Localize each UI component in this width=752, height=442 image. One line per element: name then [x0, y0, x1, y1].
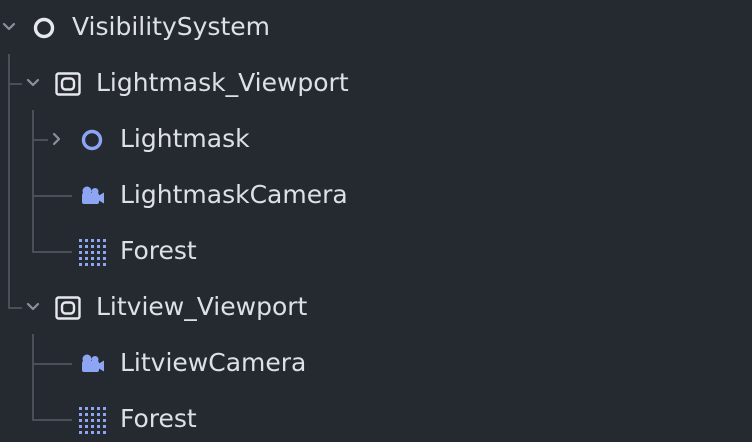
tree-item-lightmask[interactable]: Lightmask — [0, 112, 752, 168]
tree-item-label: Forest — [120, 404, 197, 433]
camera2d-icon — [82, 354, 104, 372]
node2d-circle-icon — [33, 17, 55, 39]
tree-item-forest[interactable]: Forest — [0, 392, 752, 442]
tree-item-visibility-system[interactable]: VisibilitySystem — [0, 0, 752, 56]
tree-item-label: VisibilitySystem — [72, 12, 270, 41]
tree-item-label: Litview_Viewport — [96, 292, 308, 321]
chevron-down-icon[interactable] — [20, 70, 46, 96]
tree-item-litview-camera[interactable]: LitviewCamera — [0, 336, 752, 392]
tree-item-label: Forest — [120, 236, 197, 265]
chevron-right-icon[interactable] — [44, 126, 70, 152]
tree-item-forest[interactable]: Forest — [0, 224, 752, 280]
tree-item-label: Lightmask_Viewport — [96, 68, 349, 97]
scene-tree: VisibilitySystem Lightmask_Viewport Ligh… — [0, 0, 752, 442]
tree-item-label: LitviewCamera — [120, 348, 307, 377]
chevron-down-icon[interactable] — [20, 294, 46, 320]
tree-item-label: Lightmask — [120, 124, 250, 153]
subviewport-icon — [55, 72, 81, 96]
tree-item-litview-viewport[interactable]: Litview_Viewport — [0, 280, 752, 336]
tree-item-lightmask-viewport[interactable]: Lightmask_Viewport — [0, 56, 752, 112]
tilemap-icon — [79, 239, 106, 266]
tree-item-lightmask-camera[interactable]: LightmaskCamera — [0, 168, 752, 224]
chevron-down-icon[interactable] — [0, 14, 22, 40]
tree-item-label: LightmaskCamera — [120, 180, 348, 209]
tilemap-icon — [79, 407, 106, 434]
camera2d-icon — [82, 186, 104, 204]
subviewport-icon — [55, 296, 81, 320]
node2d-circle-icon — [81, 129, 103, 151]
